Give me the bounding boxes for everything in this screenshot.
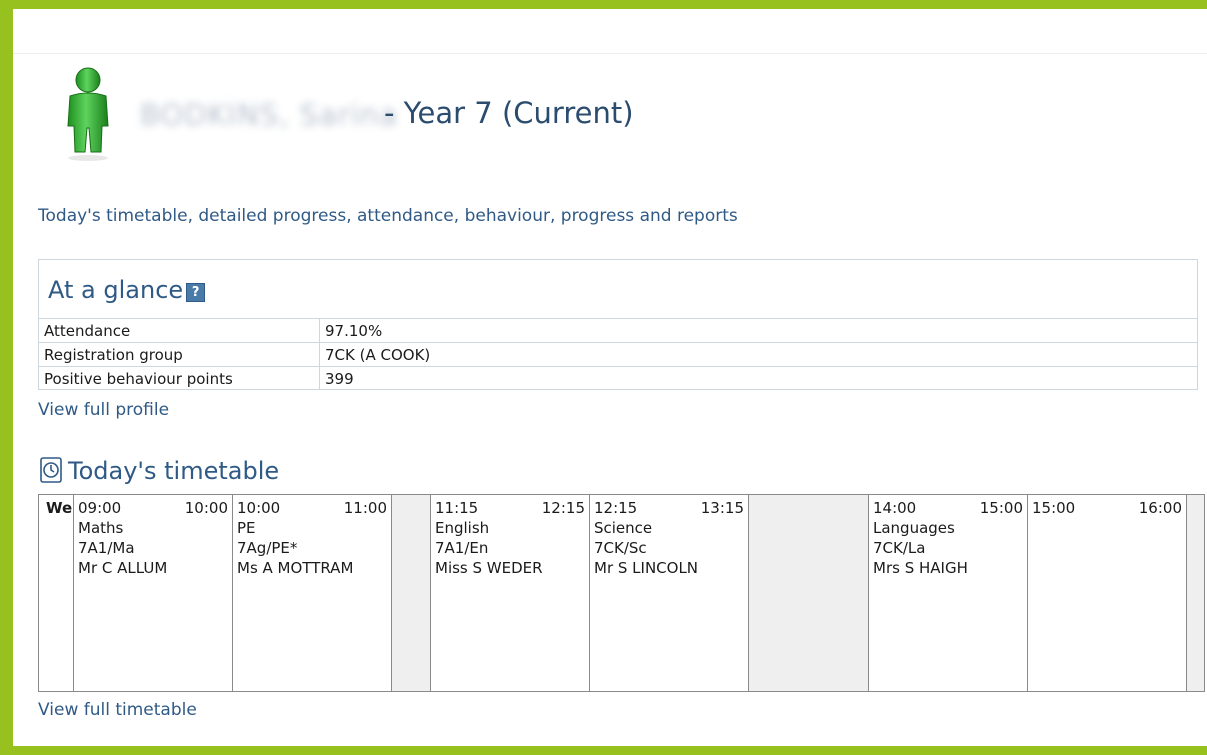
end-time: 16:00 — [1138, 499, 1182, 517]
registration-label: Registration group — [39, 342, 320, 367]
class-group: 7CK/La — [873, 539, 926, 557]
glance-heading: At a glance? — [48, 276, 206, 304]
subject: Languages — [873, 519, 955, 537]
lesson-cell[interactable]: 11:15 12:15 English 7A1/En Miss S WEDER — [431, 495, 590, 691]
class-group: 7A1/En — [435, 539, 489, 557]
table-row: Registration group 7CK (A COOK) — [39, 342, 1197, 367]
attendance-label: Attendance — [39, 318, 320, 343]
student-name: BODKINS, Sarina — [140, 98, 398, 132]
break-cell — [392, 495, 431, 691]
subject: Science — [594, 519, 653, 537]
view-full-timetable-link[interactable]: View full timetable — [38, 700, 197, 720]
teacher: Mr C ALLUM — [78, 559, 168, 577]
help-icon[interactable]: ? — [186, 283, 206, 302]
glance-title: At a glance — [48, 276, 184, 304]
page-title: - Year 7 (Current) — [384, 96, 634, 130]
lesson-cell[interactable]: 12:15 13:15 Science 7CK/Sc Mr S LINCOLN — [590, 495, 749, 691]
end-time: 13:15 — [700, 499, 744, 517]
day-label: We — [46, 499, 73, 517]
start-time: 14:00 — [873, 499, 917, 517]
class-group: 7A1/Ma — [78, 539, 135, 557]
timetable-heading: Today's timetable — [40, 457, 279, 485]
timetable-grid: We 09:00 10:00 Maths 7A1/Ma Mr C ALLUM 10… — [38, 494, 1205, 692]
header-divider — [13, 53, 1207, 54]
clock-icon — [40, 457, 62, 483]
lesson-cell[interactable]: 09:00 10:00 Maths 7A1/Ma Mr C ALLUM — [74, 495, 233, 691]
teacher: Mr S LINCOLN — [594, 559, 699, 577]
lunch-cell — [749, 495, 869, 691]
lesson-cell[interactable]: 15:00 16:00 — [1028, 495, 1187, 691]
start-time: 09:00 — [78, 499, 122, 517]
end-time: 15:00 — [979, 499, 1023, 517]
subject: PE — [237, 519, 256, 537]
end-time: 11:00 — [343, 499, 387, 517]
at-a-glance-panel: At a glance? Attendance 97.10% Registrat… — [38, 259, 1198, 390]
attendance-value: 97.10% — [319, 318, 1197, 343]
behaviour-label: Positive behaviour points — [39, 366, 320, 390]
end-time: 10:00 — [184, 499, 228, 517]
start-time: 12:15 — [594, 499, 638, 517]
teacher: Mrs S HAIGH — [873, 559, 968, 577]
registration-value: 7CK (A COOK) — [319, 342, 1197, 367]
lesson-cell[interactable]: 14:00 15:00 Languages 7CK/La Mrs S HAIGH — [869, 495, 1028, 691]
subject: Maths — [78, 519, 124, 537]
overview-link[interactable]: Today's timetable, detailed progress, at… — [38, 206, 738, 226]
end-time: 12:15 — [541, 499, 585, 517]
view-full-profile-link[interactable]: View full profile — [38, 400, 169, 420]
end-cell — [1187, 495, 1204, 691]
class-group: 7CK/Sc — [594, 539, 647, 557]
start-time: 15:00 — [1032, 499, 1076, 517]
day-cell: We — [39, 495, 74, 691]
teacher: Miss S WEDER — [435, 559, 543, 577]
teacher: Ms A MOTTRAM — [237, 559, 354, 577]
behaviour-value: 399 — [319, 366, 1197, 390]
glance-table: Attendance 97.10% Registration group 7CK… — [39, 318, 1197, 390]
class-group: 7Ag/PE* — [237, 539, 298, 557]
subject: English — [435, 519, 490, 537]
start-time: 11:15 — [435, 499, 479, 517]
start-time: 10:00 — [237, 499, 281, 517]
person-icon — [58, 66, 118, 162]
lesson-cell[interactable]: 10:00 11:00 PE 7Ag/PE* Ms A MOTTRAM — [233, 495, 392, 691]
timetable-title: Today's timetable — [68, 457, 280, 485]
table-row: Positive behaviour points 399 — [39, 366, 1197, 390]
table-row: Attendance 97.10% — [39, 318, 1197, 343]
